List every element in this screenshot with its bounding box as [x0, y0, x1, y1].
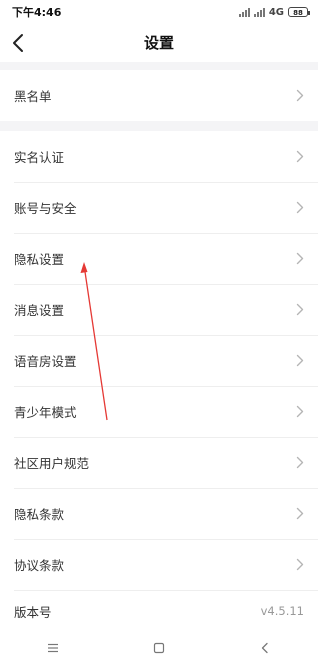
settings-row-community-rules[interactable]: 社区用户规范 — [0, 437, 318, 488]
chevron-right-icon — [296, 354, 304, 367]
system-back-button[interactable] — [255, 638, 275, 658]
triangle-back-icon — [261, 642, 268, 653]
status-time: 下午4:46 — [12, 6, 62, 19]
battery-icon: 88 — [288, 7, 310, 17]
settings-row-voice-room[interactable]: 语音房设置 — [0, 335, 318, 386]
settings-row-teen-mode[interactable]: 青少年模式 — [0, 386, 318, 437]
square-icon — [153, 642, 165, 653]
system-home-button[interactable] — [149, 638, 169, 658]
chevron-right-icon — [296, 252, 304, 265]
settings-row-agreement[interactable]: 协议条款 — [0, 539, 318, 590]
system-menu-button[interactable] — [43, 638, 63, 658]
row-label: 实名认证 — [14, 150, 65, 165]
settings-row-version: 版本号 v4.5.11 — [0, 590, 318, 632]
settings-row-account-security[interactable]: 账号与安全 — [0, 182, 318, 233]
row-label: 版本号 — [14, 604, 52, 620]
chevron-right-icon — [296, 456, 304, 469]
row-label: 黑名单 — [14, 89, 52, 104]
row-label: 账号与安全 — [14, 201, 77, 216]
chevron-right-icon — [296, 150, 304, 163]
chevron-right-icon — [296, 507, 304, 520]
signal-icon — [238, 7, 250, 17]
network-type: 4G — [268, 6, 284, 18]
chevron-right-icon — [296, 201, 304, 214]
row-label: 青少年模式 — [14, 405, 77, 420]
version-value: v4.5.11 — [260, 604, 304, 618]
row-label: 社区用户规范 — [14, 456, 90, 471]
status-indicators: 4G 88 — [238, 6, 310, 18]
row-label: 隐私条款 — [14, 507, 65, 522]
chevron-right-icon — [296, 558, 304, 571]
settings-row-blacklist[interactable]: 黑名单 — [0, 70, 318, 121]
battery-level: 88 — [293, 9, 303, 17]
settings-row-real-name[interactable]: 实名认证 — [0, 131, 318, 182]
row-label: 隐私设置 — [14, 252, 65, 267]
status-bar: 下午4:46 4G 88 — [0, 0, 318, 24]
settings-row-privacy-terms[interactable]: 隐私条款 — [0, 488, 318, 539]
settings-row-message[interactable]: 消息设置 — [0, 284, 318, 335]
signal-icon-secondary — [253, 7, 265, 17]
row-label: 语音房设置 — [14, 354, 77, 369]
chevron-right-icon — [296, 303, 304, 316]
page-title: 设置 — [143, 34, 174, 52]
chevron-left-icon — [13, 34, 23, 52]
header-bar: 设置 — [0, 24, 318, 62]
chevron-right-icon — [296, 405, 304, 418]
row-label: 协议条款 — [14, 558, 65, 573]
section-gap — [0, 121, 318, 131]
section-gap — [0, 62, 318, 70]
row-label: 消息设置 — [14, 303, 65, 318]
system-navigation-bar — [0, 632, 318, 663]
settings-row-privacy[interactable]: 隐私设置 — [0, 233, 318, 284]
back-button[interactable] — [8, 32, 30, 54]
menu-icon — [48, 643, 58, 652]
chevron-right-icon — [296, 89, 304, 102]
